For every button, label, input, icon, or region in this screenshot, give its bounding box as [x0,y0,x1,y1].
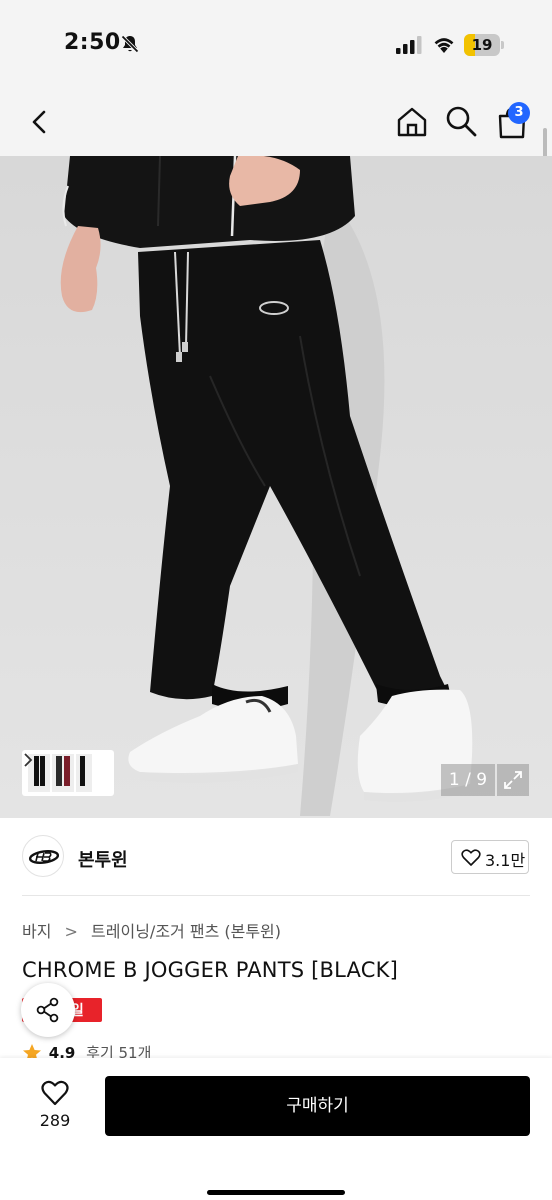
expand-button[interactable] [497,764,529,796]
thumbnail-strip[interactable] [22,750,114,796]
cellular-signal-icon [396,36,422,54]
brand-name[interactable]: 본투윈 [78,846,128,872]
thumbnail-image[interactable] [76,754,92,792]
status-bar: 2:50 19 [0,0,552,92]
breadcrumb-item-category[interactable]: 바지 [22,918,51,942]
breadcrumb-item-subcategory[interactable]: 트레이닝/조거 팬츠 (본투윈) [91,918,281,942]
product-image-gallery[interactable]: 1 / 9 [0,156,552,818]
divider [22,895,530,896]
status-time: 2:50 [64,30,121,55]
chevron-right-icon[interactable] [22,750,34,770]
page-counter: 1 / 9 [441,764,495,796]
brand-like-button[interactable]: 3.1만 [451,840,529,874]
breadcrumb: 바지 > 트레이닝/조거 팬츠 (본투윈) [22,918,281,942]
share-button[interactable] [21,983,75,1037]
brand-like-count: 3.1만 [485,851,526,870]
battery-icon: 19 [464,34,504,56]
bottom-action-bar: 289 구매하기 [0,1058,552,1200]
heart-outline-icon [461,849,481,866]
brand-row[interactable]: 본투윈 3.1만 [0,818,552,896]
heart-outline-icon[interactable] [41,1080,69,1106]
wifi-icon [434,38,454,53]
product-photo [0,156,552,818]
bell-slash-icon [120,34,140,54]
buy-button[interactable]: 구매하기 [105,1076,530,1136]
cart-count-badge[interactable]: 3 [508,102,530,124]
battery-level: 19 [471,36,493,54]
nav-bar: 3 [0,92,552,156]
wishlist-count: 289 [39,1111,71,1130]
back-chevron-icon[interactable] [24,106,56,138]
share-icon [36,997,59,1023]
home-indicator [207,1190,345,1195]
home-icon[interactable] [394,104,430,140]
product-title: CHROME B JOGGER PANTS [BLACK] [22,958,398,982]
expand-arrows-icon [504,771,522,789]
brand-logo-mark [28,850,60,864]
breadcrumb-separator-icon: > [64,922,78,941]
search-icon[interactable] [444,104,478,138]
brand-logo[interactable] [22,835,64,877]
thumbnail-image[interactable] [52,754,74,792]
